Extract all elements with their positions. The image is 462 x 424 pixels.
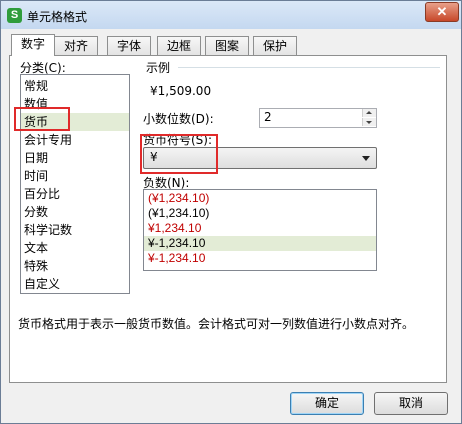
negative-numbers-list[interactable]: (¥1,234.10) (¥1,234.10) ¥1,234.10 ¥-1,23…	[143, 189, 377, 271]
format-cells-dialog: S 单元格格式 ✕ 数字 对齐 字体 边框 图案 保护 分类(C): 常规 数值…	[0, 0, 462, 424]
list-item[interactable]: (¥1,234.10)	[144, 206, 376, 221]
decimal-places-spinner[interactable]: 2	[259, 108, 377, 128]
list-item[interactable]: ¥1,234.10	[144, 221, 376, 236]
list-item[interactable]: 时间	[21, 167, 129, 185]
tab-alignment[interactable]: 对齐	[54, 36, 98, 55]
tab-border[interactable]: 边框	[157, 36, 201, 55]
title-bar[interactable]: S 单元格格式 ✕	[1, 1, 461, 29]
list-item[interactable]: 百分比	[21, 185, 129, 203]
highlight-box-currency	[140, 134, 218, 174]
spin-down-button[interactable]	[362, 118, 376, 126]
list-item[interactable]: 日期	[21, 149, 129, 167]
close-button[interactable]: ✕	[425, 2, 459, 22]
list-item[interactable]: ¥-1,234.10	[144, 236, 376, 251]
sample-label: 示例	[146, 61, 171, 75]
list-item[interactable]: 分数	[21, 203, 129, 221]
sample-divider	[178, 67, 440, 68]
list-item[interactable]: 科学记数	[21, 221, 129, 239]
tab-pattern[interactable]: 图案	[205, 36, 249, 55]
list-item[interactable]: 会计专用	[21, 131, 129, 149]
list-item[interactable]: (¥1,234.10)	[144, 191, 376, 206]
list-item[interactable]: ¥-1,234.10	[144, 251, 376, 266]
decimal-places-label: 小数位数(D):	[143, 112, 214, 126]
spin-up-button[interactable]	[362, 109, 376, 117]
dialog-title: 单元格格式	[27, 10, 88, 24]
number-tab-panel: 分类(C): 常规 数值 货币 会计专用 日期 时间 百分比 分数 科学记数 文…	[9, 55, 447, 383]
format-description: 货币格式用于表示一般货币数值。会计格式可对一列数值进行小数点对齐。	[18, 317, 415, 331]
list-item[interactable]: 特殊	[21, 257, 129, 275]
tab-protection[interactable]: 保护	[253, 36, 297, 55]
cancel-button[interactable]: 取消	[374, 392, 448, 415]
list-item[interactable]: 常规	[21, 77, 129, 95]
tab-font[interactable]: 字体	[107, 36, 151, 55]
list-item[interactable]: 自定义	[21, 275, 129, 293]
highlight-box-category	[14, 107, 70, 131]
down-arrow-icon	[366, 121, 372, 124]
chevron-down-icon	[362, 156, 370, 161]
up-arrow-icon	[366, 111, 372, 114]
list-item[interactable]: 文本	[21, 239, 129, 257]
ok-button[interactable]: 确定	[290, 392, 364, 415]
app-logo-icon: S	[7, 8, 22, 23]
sample-value: ¥1,509.00	[150, 84, 212, 98]
tab-number[interactable]: 数字	[11, 34, 55, 56]
decimal-places-value: 2	[264, 110, 272, 124]
